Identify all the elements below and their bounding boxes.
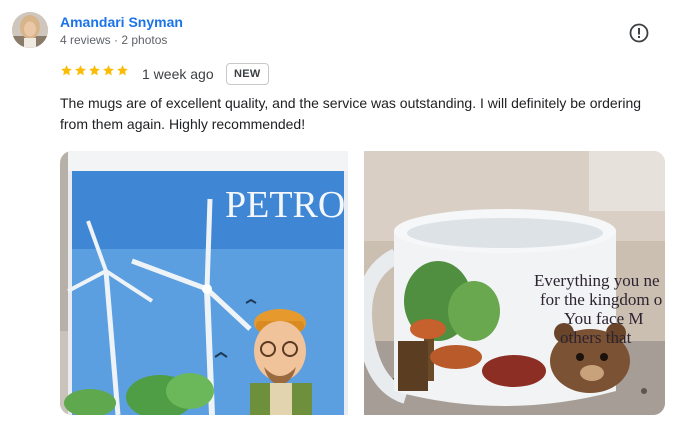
mug-text-line-2: for the kingdom o bbox=[540, 290, 662, 309]
reviewer-name[interactable]: Amandari Snyman bbox=[60, 14, 183, 30]
mug-text-line-3: You face M bbox=[564, 309, 644, 328]
mug-photo-bear: Everything you ne for the kingdom o You … bbox=[364, 151, 665, 415]
mug-text-petro: PETRO bbox=[225, 184, 345, 226]
star-icon bbox=[103, 65, 114, 76]
star-icon bbox=[61, 65, 72, 76]
exclamation-circle-icon bbox=[629, 23, 649, 43]
review-photo-1[interactable]: PETRO bbox=[60, 151, 361, 415]
review-photo-2[interactable]: Everything you ne for the kingdom o You … bbox=[364, 151, 665, 415]
star-icon bbox=[89, 65, 100, 76]
avatar[interactable] bbox=[12, 12, 48, 48]
reviewer-meta: 4 reviews · 2 photos bbox=[60, 33, 168, 47]
mug-photo-wind-turbines: PETRO bbox=[60, 151, 361, 415]
report-button[interactable] bbox=[628, 22, 650, 44]
mug-text-line-1: Everything you ne bbox=[534, 271, 660, 290]
star-icon bbox=[75, 65, 86, 76]
star-rating bbox=[60, 64, 129, 77]
new-badge: NEW bbox=[226, 63, 269, 85]
review-time: 1 week ago bbox=[142, 66, 214, 82]
mug-text-line-4: others that bbox=[560, 328, 632, 347]
review-text: The mugs are of excellent quality, and t… bbox=[60, 95, 642, 132]
star-icon bbox=[117, 65, 128, 76]
